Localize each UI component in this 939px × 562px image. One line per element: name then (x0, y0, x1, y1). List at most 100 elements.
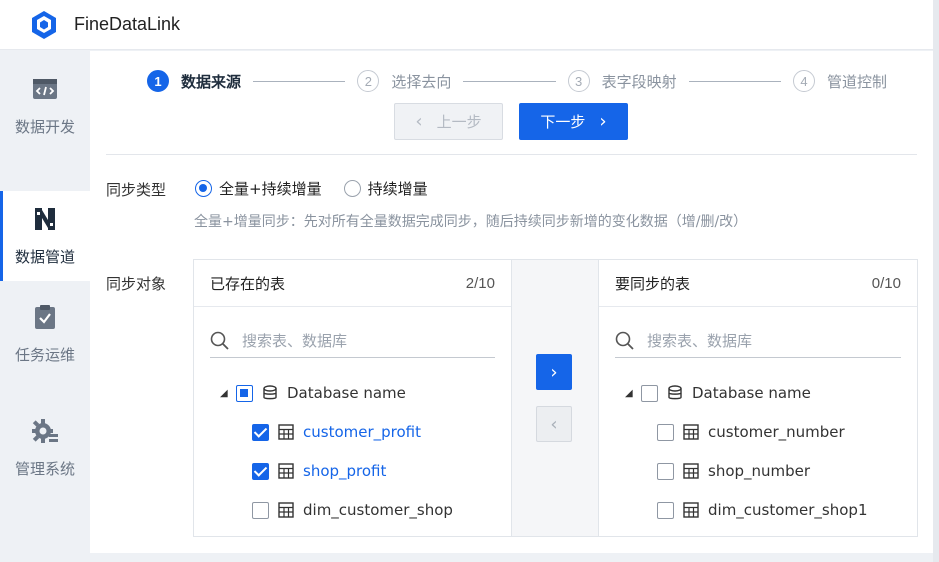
search-input[interactable] (647, 331, 847, 350)
brand-name: FineDataLink (74, 14, 181, 34)
tree-table-row[interactable]: dim_customer_shop1 (657, 499, 868, 521)
tree-table-row[interactable]: customer_number (657, 421, 845, 443)
step-number: 3 (567, 70, 590, 92)
step-4[interactable]: 4 管道控制 (792, 70, 887, 92)
step-label: 管道控制 (826, 72, 887, 91)
step-label: 表字段映射 (601, 72, 677, 91)
task-check-icon (32, 304, 58, 330)
sidebar-item-admin[interactable]: 管理系统 (0, 403, 90, 493)
panel-header: 已存在的表 2/10 (194, 260, 511, 307)
target-tables-panel: 要同步的表 0/10 ◢ Database name customer_numb… (598, 259, 918, 537)
step-2[interactable]: 2 选择去向 (357, 70, 451, 92)
gear-icon (32, 418, 58, 444)
checkbox[interactable] (641, 384, 658, 402)
step-label: 选择去向 (391, 72, 452, 91)
checkbox-checked[interactable] (252, 423, 269, 441)
move-left-button[interactable]: ‹ (536, 406, 572, 442)
step-1[interactable]: 1 数据来源 (147, 70, 241, 92)
step-connector (253, 80, 346, 82)
sync-object-label: 同步对象 (106, 275, 167, 293)
search-icon (210, 331, 229, 350)
panel-title: 要同步的表 (615, 274, 691, 293)
tree-table-row[interactable]: dim_customer_shop (252, 499, 453, 521)
table-icon (683, 424, 700, 441)
next-step-label: 下一步 (540, 113, 586, 131)
window-edge (933, 0, 939, 562)
table-icon (278, 463, 295, 480)
table-name: shop_profit (303, 462, 387, 480)
existing-tables-panel: 已存在的表 2/10 ◢ Database name customer_prof… (193, 259, 512, 537)
search-box (210, 324, 495, 358)
search-input[interactable] (242, 331, 442, 350)
sync-type-hint: 全量+增量同步：先对所有全量数据完成同步，随后持续同步新增的变化数据（增/删/改… (194, 214, 748, 230)
step-number: 1 (147, 70, 169, 92)
sidebar-item-label: 任务运维 (14, 345, 75, 364)
tree-db-node[interactable]: ◢ Database name (625, 382, 811, 404)
caret-down-icon[interactable]: ◢ (220, 388, 228, 399)
step-label: 数据来源 (181, 72, 242, 91)
code-icon (32, 76, 58, 102)
sidebar-item-data-pipeline[interactable]: 数据管道 (0, 191, 90, 281)
table-name: customer_number (708, 423, 845, 441)
sidebar-item-data-dev[interactable]: 数据开发 (0, 61, 90, 151)
radio-full-incremental[interactable]: 全量+持续增量 (195, 178, 322, 199)
search-icon (615, 331, 634, 350)
sidebar-item-label: 数据开发 (14, 117, 75, 136)
finedatalink-logo-icon[interactable] (28, 9, 60, 41)
chevron-right-icon: › (550, 361, 558, 383)
selection-count: 0/10 (871, 274, 901, 292)
step-number: 2 (357, 70, 380, 92)
table-icon (683, 463, 700, 480)
step-3[interactable]: 3 表字段映射 (567, 70, 677, 92)
top-bar: FineDataLink (0, 0, 933, 50)
radio-incremental[interactable]: 持续增量 (343, 178, 428, 199)
move-right-button[interactable]: › (536, 354, 572, 390)
panel-header: 要同步的表 0/10 (599, 260, 917, 307)
radio-button[interactable] (343, 180, 361, 197)
selection-count: 2/10 (465, 274, 495, 292)
table-icon (278, 502, 295, 519)
database-icon (262, 385, 279, 402)
step-connector (463, 80, 556, 82)
db-name: Database name (692, 384, 811, 402)
search-box (615, 324, 901, 358)
table-name: shop_number (708, 462, 811, 480)
step-indicator: 1 数据来源 2 选择去向 3 表字段映射 4 管道控制 (147, 69, 887, 93)
radio-button-checked[interactable] (195, 180, 212, 197)
prev-step-button[interactable]: ‹ 上一步 (394, 103, 503, 140)
checkbox-checked[interactable] (252, 462, 269, 480)
pipeline-icon (32, 206, 58, 232)
table-name: dim_customer_shop (303, 501, 453, 519)
radio-label: 持续增量 (367, 180, 428, 198)
main-panel: 1 数据来源 2 选择去向 3 表字段映射 4 管道控制 ‹ 上一步 下一步 ›… (90, 51, 933, 553)
sidebar: 数据开发 数据管道 任务运维 管理系统 (0, 51, 90, 562)
tree-table-row[interactable]: shop_profit (252, 460, 386, 482)
checkbox-partial[interactable] (236, 384, 253, 402)
tree-table-row[interactable]: customer_profit (252, 421, 421, 443)
divider (106, 154, 917, 155)
tree-table-row[interactable]: shop_number (657, 460, 810, 482)
checkbox[interactable] (657, 423, 674, 441)
checkbox[interactable] (252, 501, 269, 519)
next-step-button[interactable]: 下一步 › (519, 103, 628, 140)
tree-db-node[interactable]: ◢ Database name (220, 382, 406, 404)
chevron-left-icon: ‹ (415, 111, 423, 132)
database-icon (667, 385, 684, 402)
panel-title: 已存在的表 (210, 274, 286, 293)
caret-down-icon[interactable]: ◢ (625, 388, 633, 399)
table-name: dim_customer_shop1 (708, 501, 868, 519)
table-icon (278, 424, 295, 441)
sidebar-item-label: 管理系统 (14, 459, 75, 478)
sync-type-radio-group: 全量+持续增量 持续增量 (195, 178, 450, 199)
sidebar-item-label: 数据管道 (14, 247, 75, 266)
radio-label: 全量+持续增量 (219, 180, 322, 198)
checkbox[interactable] (657, 462, 674, 480)
table-icon (683, 502, 700, 519)
chevron-right-icon: › (599, 111, 607, 132)
prev-step-label: 上一步 (436, 113, 482, 131)
step-connector (688, 80, 781, 82)
sidebar-item-task-ops[interactable]: 任务运维 (0, 289, 90, 379)
step-number: 4 (792, 70, 815, 92)
sync-type-label: 同步类型 (106, 181, 167, 199)
checkbox[interactable] (657, 501, 674, 519)
